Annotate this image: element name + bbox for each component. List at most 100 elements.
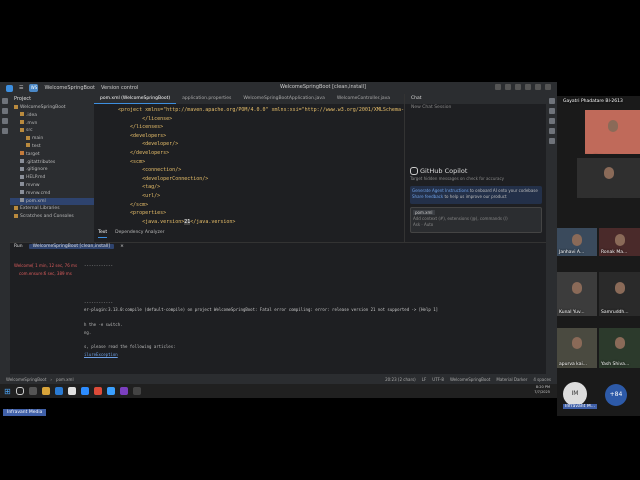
participant-tile[interactable]: Janhavi A... xyxy=(557,228,597,256)
folder-icon xyxy=(20,112,24,117)
debug-icon[interactable] xyxy=(505,84,511,90)
chat-tab[interactable]: Chat xyxy=(405,94,547,104)
tree-item[interactable]: src xyxy=(10,127,94,135)
tree-item[interactable]: main xyxy=(10,135,94,143)
status-breadcrumb-project[interactable]: WelcomeSpringBoot xyxy=(0,377,46,382)
run-tree-item[interactable]: Welcome[ 1 min, 12 sec, 76 ms xyxy=(14,262,84,270)
intellij-icon[interactable] xyxy=(119,387,128,395)
tree-item-label: .mvn xyxy=(26,120,38,126)
chat-input[interactable]: pom.xml Add context (#), extensions (@),… xyxy=(410,207,542,233)
status-theme[interactable]: Material Darker xyxy=(496,377,527,382)
database-icon[interactable] xyxy=(548,128,555,134)
terminal-icon[interactable] xyxy=(132,387,141,395)
more-tool-icon[interactable] xyxy=(2,128,8,134)
close-run-tab-icon[interactable]: × xyxy=(120,244,124,249)
tree-item[interactable]: External Libraries xyxy=(10,205,94,213)
run-configuration[interactable]: WelcomeSpringBoot [clean,install] xyxy=(280,84,366,90)
settings-icon[interactable] xyxy=(525,84,531,90)
participant-name: Kunal Yuv... xyxy=(559,310,585,315)
tree-item[interactable]: .gitignore xyxy=(10,166,94,174)
status-position[interactable]: 20:23 (2 chars) xyxy=(385,377,416,382)
editor-tab[interactable]: pom.xml (WelcomeSpringBoot) xyxy=(94,94,177,104)
taskbar-search-icon[interactable] xyxy=(15,387,24,395)
participant-tile[interactable]: Yash Shiva... xyxy=(599,328,640,368)
project-tool-icon[interactable] xyxy=(2,98,8,104)
tree-item[interactable]: mvnw.cmd xyxy=(10,190,94,198)
model-select[interactable]: Auto xyxy=(424,222,433,227)
participant-tile[interactable]: Samruddh... xyxy=(599,272,640,316)
self-avatar[interactable]: IM xyxy=(563,382,587,406)
share-feedback-link[interactable]: Share feedback xyxy=(412,194,443,199)
editor-tab[interactable]: WelcomeController.java xyxy=(331,94,396,104)
participant-tile[interactable]: Jamil Madhusudan Parnate xyxy=(577,158,640,198)
tree-item[interactable]: .mvn xyxy=(10,120,94,128)
close-icon[interactable] xyxy=(545,84,551,90)
file-icon xyxy=(20,159,24,164)
ide-title-bar: ☰ WS WelcomeSpringBoot Version control W… xyxy=(0,82,557,94)
tree-item[interactable]: Scratches and Consoles xyxy=(10,213,94,221)
status-breadcrumb-file[interactable]: pom.xml xyxy=(56,377,74,382)
project-name[interactable]: WelcomeSpringBoot xyxy=(44,85,95,91)
chrome-icon[interactable] xyxy=(93,387,102,395)
run-tree-item[interactable]: com.ensure:6 sec, 389 ms xyxy=(14,270,84,278)
main-menu-icon[interactable]: ☰ xyxy=(19,85,23,91)
commit-tool-icon[interactable] xyxy=(2,108,8,114)
participant-tile[interactable]: Ronak Ma... xyxy=(599,228,640,256)
store-icon[interactable] xyxy=(67,387,76,395)
vscode-icon[interactable] xyxy=(106,387,115,395)
run-tab[interactable]: WelcomeSpringBoot [clean,install] xyxy=(28,244,115,249)
edge-icon[interactable] xyxy=(54,387,63,395)
status-indent[interactable]: 4 spaces xyxy=(533,377,551,382)
participant-tile[interactable]: Kunal Yuv... xyxy=(557,272,597,316)
status-project[interactable]: WelcomeSpringBoot xyxy=(450,377,490,382)
folder-icon xyxy=(20,151,24,156)
new-chat-session[interactable]: New Chat Session xyxy=(405,104,547,112)
structure-tool-icon[interactable] xyxy=(2,118,8,124)
run-label[interactable]: Run xyxy=(14,244,23,249)
tree-item[interactable]: test xyxy=(10,143,94,151)
console-text[interactable]: ilureException xyxy=(84,352,118,357)
assistant-icon[interactable] xyxy=(548,138,555,144)
tree-item-label: External Libraries xyxy=(20,206,60,212)
editor-tab[interactable]: application.properties xyxy=(176,94,237,104)
participant-tile[interactable]: Gayatri Phadatare BI-2613 xyxy=(557,96,640,110)
tree-item[interactable]: pom.xml xyxy=(10,197,94,206)
version-control-menu[interactable]: Version control xyxy=(101,85,138,91)
system-tray[interactable]: 8:20 PM 7/7/2025 xyxy=(480,385,550,395)
editor-tab[interactable]: WelcomeSpringBootApplication.java xyxy=(237,94,330,104)
context-file-chip[interactable]: pom.xml xyxy=(413,210,435,215)
editor-bottom-tabs: Text Dependency Analyzer xyxy=(94,230,408,238)
editor-mode-tab[interactable]: Text xyxy=(98,230,108,238)
zoom-icon[interactable] xyxy=(80,387,89,395)
project-badge[interactable]: WS xyxy=(29,84,39,92)
folder-icon xyxy=(20,127,24,132)
search-icon[interactable] xyxy=(515,84,521,90)
generate-instructions-link[interactable]: Generate Agent Instructions xyxy=(412,188,469,193)
notifications-icon[interactable] xyxy=(548,98,555,104)
more-participants-button[interactable]: +84 xyxy=(605,384,627,406)
mode-select[interactable]: Ask xyxy=(413,222,420,227)
participant-tile[interactable]: apurva kai... xyxy=(557,328,597,368)
editor-mode-tab[interactable]: Dependency Analyzer xyxy=(115,230,164,238)
participant-tile[interactable]: Disha Sachin Mahangare xyxy=(585,110,640,154)
tree-item[interactable]: mvnw xyxy=(10,182,94,190)
tree-item[interactable]: .gitattributes xyxy=(10,159,94,167)
minimize-icon[interactable] xyxy=(535,84,541,90)
participant-name: Janhavi A... xyxy=(559,250,585,255)
windows-start-icon[interactable]: ⊞ xyxy=(4,387,11,396)
participant-name: apurva kai... xyxy=(559,362,587,367)
maven-icon[interactable] xyxy=(548,108,555,114)
run-icon[interactable] xyxy=(495,84,501,90)
tree-item[interactable]: HELP.md xyxy=(10,174,94,182)
run-console[interactable]: ------------ ------------ er-plugin:3.13.0… xyxy=(84,262,544,358)
meeting-participants-panel: Gayatri Phadatare BI-2613 Disha Sachin Ma… xyxy=(557,96,640,416)
task-view-icon[interactable] xyxy=(28,387,37,395)
tree-item[interactable]: WelcomeSpringBoot xyxy=(10,104,94,112)
tree-item[interactable]: .idea xyxy=(10,112,94,120)
copilot-tool-icon[interactable] xyxy=(548,118,555,124)
project-panel-title[interactable]: Project xyxy=(10,94,94,104)
file-explorer-icon[interactable] xyxy=(41,387,50,395)
status-encoding[interactable]: UTF-8 xyxy=(432,377,444,382)
status-line-ending[interactable]: LF xyxy=(422,377,427,382)
tree-item[interactable]: target xyxy=(10,151,94,159)
